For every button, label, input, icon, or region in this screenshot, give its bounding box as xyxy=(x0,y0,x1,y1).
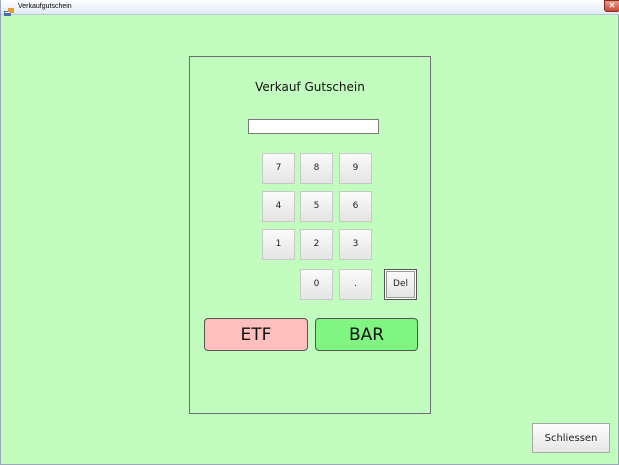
amount-input[interactable] xyxy=(248,119,379,134)
key-5[interactable]: 5 xyxy=(300,191,333,222)
voucher-window: Verkaufgutschein ✕ Verkauf Gutschein 7 8… xyxy=(0,0,619,465)
key-7[interactable]: 7 xyxy=(262,153,295,184)
key-0[interactable]: 0 xyxy=(300,269,333,300)
key-4[interactable]: 4 xyxy=(262,191,295,222)
etf-payment-button[interactable]: ETF xyxy=(204,318,308,351)
key-2[interactable]: 2 xyxy=(300,229,333,260)
panel-title: Verkauf Gutschein xyxy=(255,80,365,94)
key-9[interactable]: 9 xyxy=(339,153,372,184)
key-8[interactable]: 8 xyxy=(300,153,333,184)
key-decimal[interactable]: . xyxy=(339,269,372,300)
title-bar[interactable]: Verkaufgutschein ✕ xyxy=(1,0,619,16)
cash-payment-button[interactable]: BAR xyxy=(315,318,418,351)
delete-button[interactable]: Del xyxy=(384,269,417,300)
close-button[interactable]: Schliessen xyxy=(532,423,610,453)
close-icon[interactable]: ✕ xyxy=(604,0,619,12)
key-6[interactable]: 6 xyxy=(339,191,372,222)
app-icon xyxy=(4,2,15,16)
key-3[interactable]: 3 xyxy=(339,229,372,260)
window-title: Verkaufgutschein xyxy=(18,3,72,10)
key-1[interactable]: 1 xyxy=(262,229,295,260)
